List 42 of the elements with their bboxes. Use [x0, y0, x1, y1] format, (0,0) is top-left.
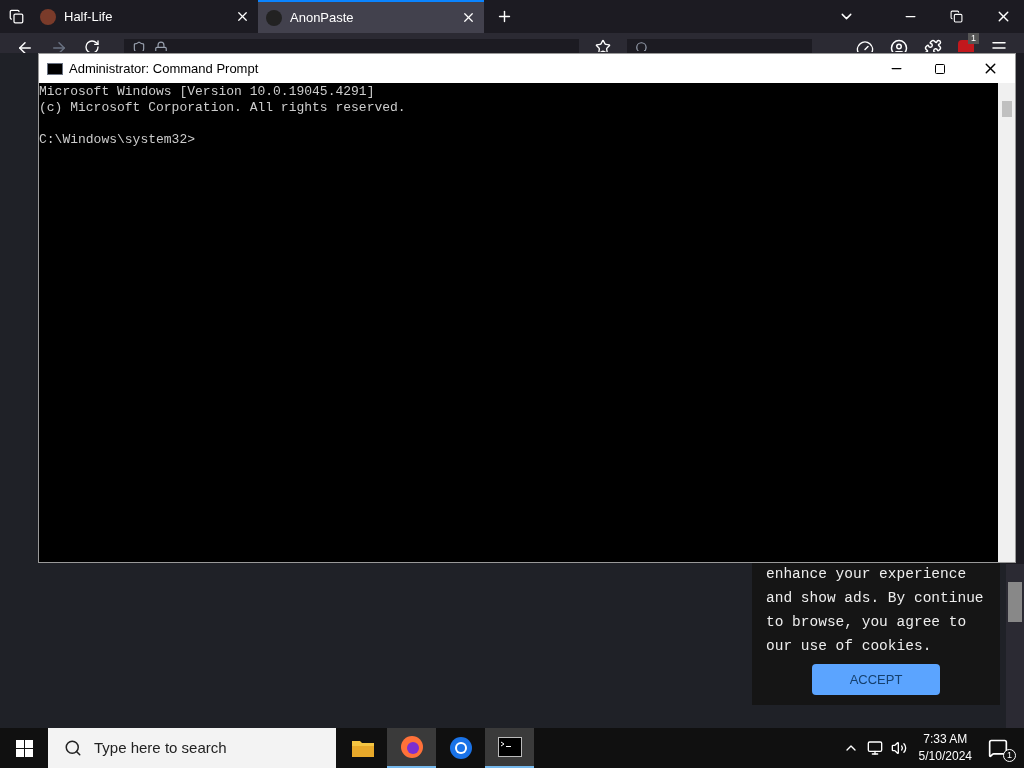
reload-icon[interactable]	[84, 39, 100, 52]
site-icon	[266, 9, 282, 26]
folder-icon	[350, 738, 375, 758]
console-line: (c) Microsoft Corporation. All rights reserved.	[39, 100, 407, 116]
cookie-text: enhance your experience and show ads. By continue to browse, you agree to our use of cookies.	[766, 565, 985, 656]
close-icon[interactable]	[235, 9, 250, 24]
restore-icon[interactable]	[950, 10, 963, 23]
console-icon	[47, 62, 63, 75]
account-icon[interactable]	[890, 39, 908, 52]
terminal-icon	[497, 737, 522, 757]
new-tab-icon[interactable]	[496, 8, 513, 25]
taskbar-app[interactable]	[485, 728, 534, 768]
browser-tab[interactable]: AnonPaste	[258, 0, 484, 33]
close-icon[interactable]	[461, 10, 476, 25]
browser-icon	[399, 735, 424, 759]
search-field[interactable]	[627, 39, 812, 53]
taskbar-search-field[interactable]: Type here to search	[48, 728, 336, 768]
browser-tab[interactable]: Half-Life	[32, 0, 258, 33]
gauge-icon[interactable]	[856, 39, 874, 52]
window-title: Administrator: Command Prompt	[69, 59, 260, 78]
tab-title: Half-Life	[64, 7, 114, 26]
browser-icon	[448, 736, 473, 760]
console-line: Microsoft Windows [Version 10.0.19045.4291]	[39, 84, 376, 100]
menu-icon[interactable]	[990, 39, 1008, 52]
back-icon[interactable]	[16, 39, 34, 53]
forward-icon[interactable]	[50, 39, 68, 52]
clock[interactable]: 7:33 AM 5/10/2024	[918, 731, 972, 765]
notifications-icon[interactable]	[988, 738, 1008, 758]
maximize-icon[interactable]	[934, 62, 946, 75]
badge: 1	[968, 33, 979, 44]
scrollbar[interactable]	[1006, 564, 1024, 728]
extensions-icon[interactable]	[924, 39, 942, 52]
star-icon[interactable]	[595, 39, 611, 52]
notification-count: 1	[1003, 749, 1016, 762]
scrollbar[interactable]	[998, 83, 1015, 562]
accept-button[interactable]: ACCEPT	[812, 664, 940, 695]
volume-icon[interactable]	[890, 740, 907, 756]
console-prompt: C:\Windows\system32>	[39, 132, 197, 148]
tab-title: AnonPaste	[290, 8, 355, 27]
network-icon[interactable]	[866, 740, 883, 756]
lock-icon	[154, 41, 168, 51]
site-icon	[40, 8, 56, 25]
